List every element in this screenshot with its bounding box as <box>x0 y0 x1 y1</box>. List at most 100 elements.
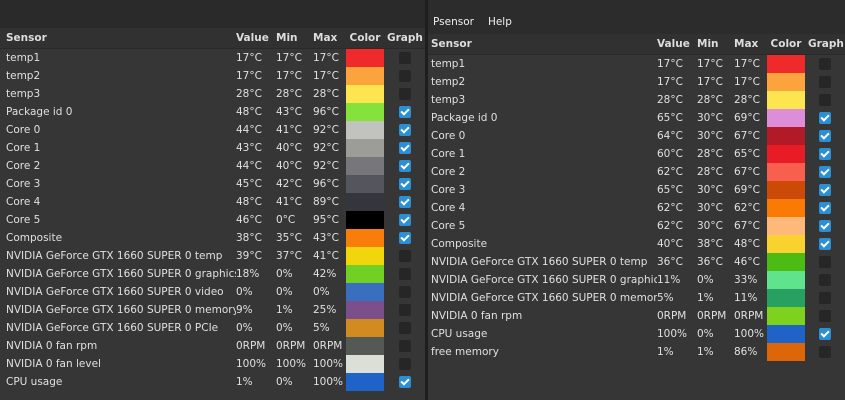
color-swatch[interactable] <box>346 373 384 391</box>
color-swatch[interactable] <box>767 199 805 217</box>
table-row[interactable]: Core 1 43°C 40°C 92°C <box>0 139 425 157</box>
graph-checkbox[interactable] <box>819 274 831 286</box>
graph-checkbox[interactable] <box>819 58 831 70</box>
graph-checkbox[interactable] <box>398 142 411 154</box>
table-row[interactable]: free memory 1% 1% 86% <box>428 343 845 361</box>
graph-checkbox[interactable] <box>398 358 411 370</box>
graph-checkbox[interactable] <box>398 178 411 190</box>
header-graph[interactable]: Graph <box>384 32 425 44</box>
color-swatch[interactable] <box>346 337 384 355</box>
color-swatch[interactable] <box>767 343 805 361</box>
color-swatch[interactable] <box>346 139 384 157</box>
table-row[interactable]: temp3 28°C 28°C 28°C <box>0 85 425 103</box>
graph-checkbox[interactable] <box>398 106 411 118</box>
table-row[interactable]: temp3 28°C 28°C 28°C <box>428 91 845 109</box>
color-swatch[interactable] <box>767 109 805 127</box>
graph-checkbox[interactable] <box>398 286 411 298</box>
color-swatch[interactable] <box>767 325 805 343</box>
color-swatch[interactable] <box>767 73 805 91</box>
color-swatch[interactable] <box>346 229 384 247</box>
table-row[interactable]: NVIDIA 0 fan rpm 0RPM 0RPM 0RPM <box>0 337 425 355</box>
table-row[interactable]: Core 0 64°C 30°C 67°C <box>428 127 845 145</box>
color-swatch[interactable] <box>346 193 384 211</box>
graph-checkbox[interactable] <box>819 238 831 250</box>
graph-checkbox[interactable] <box>819 148 831 160</box>
graph-checkbox[interactable] <box>819 112 831 124</box>
header-color[interactable]: Color <box>346 28 384 48</box>
table-row[interactable]: Core 5 62°C 30°C 67°C <box>428 217 845 235</box>
color-swatch[interactable] <box>346 283 384 301</box>
menu-psensor[interactable]: Psensor <box>433 16 474 28</box>
color-swatch[interactable] <box>346 265 384 283</box>
table-row[interactable]: Core 0 44°C 41°C 92°C <box>0 121 425 139</box>
graph-checkbox[interactable] <box>819 94 831 106</box>
color-swatch[interactable] <box>767 145 805 163</box>
header-max[interactable]: Max <box>313 32 346 44</box>
header-sensor[interactable]: Sensor <box>0 32 236 44</box>
table-row[interactable]: NVIDIA 0 fan level 100% 100% 100% <box>0 355 425 373</box>
graph-checkbox[interactable] <box>398 376 411 388</box>
graph-checkbox[interactable] <box>398 214 411 226</box>
table-row[interactable]: Core 2 62°C 28°C 67°C <box>428 163 845 181</box>
table-row[interactable]: Core 3 65°C 30°C 69°C <box>428 181 845 199</box>
header-graph[interactable]: Graph <box>805 38 845 50</box>
color-swatch[interactable] <box>767 217 805 235</box>
graph-checkbox[interactable] <box>398 124 411 136</box>
graph-checkbox[interactable] <box>398 340 411 352</box>
table-row[interactable]: Core 1 60°C 28°C 65°C <box>428 145 845 163</box>
color-swatch[interactable] <box>767 163 805 181</box>
table-row[interactable]: CPU usage 100% 0% 100% <box>428 325 845 343</box>
header-value[interactable]: Value <box>236 32 276 44</box>
graph-checkbox[interactable] <box>819 184 831 196</box>
table-row[interactable]: temp1 17°C 17°C 17°C <box>428 55 845 73</box>
header-min[interactable]: Min <box>276 32 313 44</box>
table-row[interactable]: Core 2 44°C 40°C 92°C <box>0 157 425 175</box>
graph-checkbox[interactable] <box>398 268 411 280</box>
graph-checkbox[interactable] <box>819 310 831 322</box>
table-row[interactable]: NVIDIA GeForce GTX 1660 SUPER 0 video 0% 0… <box>0 283 425 301</box>
table-row[interactable]: NVIDIA GeForce GTX 1660 SUPER 0 memory 9%… <box>0 301 425 319</box>
table-row[interactable]: temp1 17°C 17°C 17°C <box>0 49 425 67</box>
header-color[interactable]: Color <box>767 34 805 54</box>
color-swatch[interactable] <box>346 67 384 85</box>
graph-checkbox[interactable] <box>398 88 411 100</box>
table-row[interactable]: temp2 17°C 17°C 17°C <box>428 73 845 91</box>
color-swatch[interactable] <box>346 85 384 103</box>
color-swatch[interactable] <box>767 91 805 109</box>
table-row[interactable]: NVIDIA GeForce GTX 1660 SUPER 0 temp 36°C… <box>428 253 845 271</box>
color-swatch[interactable] <box>346 49 384 67</box>
color-swatch[interactable] <box>767 289 805 307</box>
table-row[interactable]: Core 3 45°C 42°C 96°C <box>0 175 425 193</box>
table-row[interactable]: NVIDIA GeForce GTX 1660 SUPER 0 graphics… <box>428 271 845 289</box>
table-row[interactable]: Core 5 46°C 0°C 95°C <box>0 211 425 229</box>
graph-checkbox[interactable] <box>819 292 831 304</box>
color-swatch[interactable] <box>346 121 384 139</box>
header-sensor[interactable]: Sensor <box>428 38 657 50</box>
color-swatch[interactable] <box>767 307 805 325</box>
table-row[interactable]: temp2 17°C 17°C 17°C <box>0 67 425 85</box>
table-row[interactable]: Core 4 48°C 41°C 89°C <box>0 193 425 211</box>
color-swatch[interactable] <box>767 271 805 289</box>
color-swatch[interactable] <box>346 175 384 193</box>
graph-checkbox[interactable] <box>819 76 831 88</box>
header-min[interactable]: Min <box>697 38 734 50</box>
graph-checkbox[interactable] <box>819 202 831 214</box>
graph-checkbox[interactable] <box>819 256 831 268</box>
graph-checkbox[interactable] <box>819 328 831 340</box>
header-max[interactable]: Max <box>734 38 767 50</box>
table-row[interactable]: NVIDIA GeForce GTX 1660 SUPER 0 PCIe 0% 0%… <box>0 319 425 337</box>
graph-checkbox[interactable] <box>398 196 411 208</box>
color-swatch[interactable] <box>346 247 384 265</box>
color-swatch[interactable] <box>767 55 805 73</box>
graph-checkbox[interactable] <box>819 130 831 142</box>
color-swatch[interactable] <box>346 103 384 121</box>
table-row[interactable]: NVIDIA GeForce GTX 1660 SUPER 0 memory 5%… <box>428 289 845 307</box>
table-row[interactable]: CPU usage 1% 0% 100% <box>0 373 425 391</box>
color-swatch[interactable] <box>346 301 384 319</box>
graph-checkbox[interactable] <box>819 220 831 232</box>
color-swatch[interactable] <box>346 157 384 175</box>
color-swatch[interactable] <box>767 235 805 253</box>
color-swatch[interactable] <box>767 253 805 271</box>
table-row[interactable]: Composite 38°C 35°C 43°C <box>0 229 425 247</box>
table-row[interactable]: NVIDIA GeForce GTX 1660 SUPER 0 temp 39°C… <box>0 247 425 265</box>
